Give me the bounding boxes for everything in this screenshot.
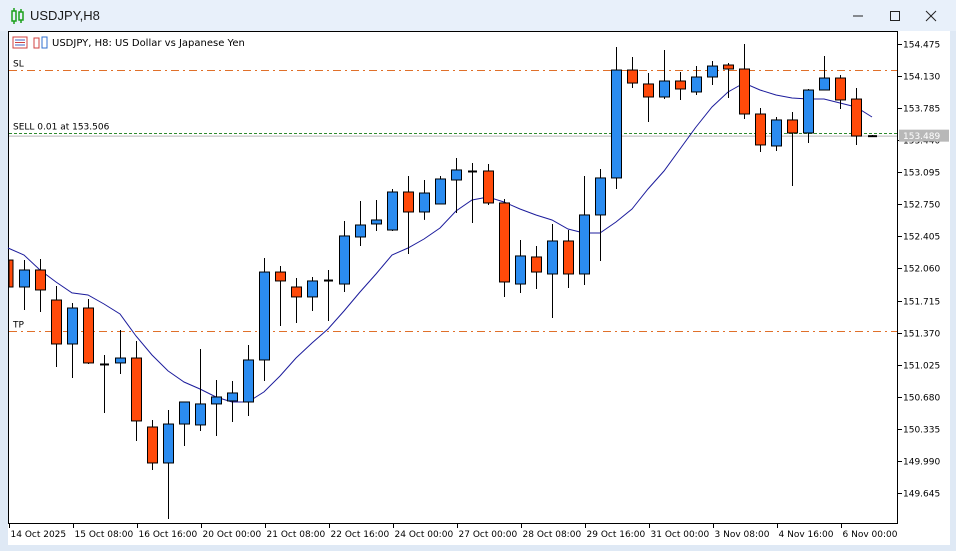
y-tick-label: 149.990 — [903, 458, 940, 468]
stop-loss-label: SL — [13, 60, 24, 70]
candle-body-bear — [8, 259, 14, 288]
candle-body-bear — [531, 256, 542, 273]
candle-body-bear — [627, 69, 638, 84]
sell-order-label: SELL 0.01 at 153.506 — [13, 123, 110, 133]
y-tick-label: 149.645 — [903, 490, 940, 500]
candle-body-bull — [19, 269, 30, 288]
candle-body-bull — [579, 214, 590, 275]
y-tick-label: 154.475 — [903, 41, 940, 51]
candle — [771, 116, 782, 151]
candle — [147, 420, 158, 470]
x-tick-label: 20 Oct 00:00 — [203, 530, 262, 540]
candle-body-bear — [835, 77, 846, 101]
candle-body-bull — [387, 191, 398, 231]
current-price-label: 153.489 — [903, 132, 940, 142]
candle-body-bull — [163, 423, 174, 464]
candle — [387, 189, 398, 231]
x-tick-label: 16 Oct 16:00 — [139, 530, 198, 540]
candle-body-bull — [771, 119, 782, 147]
x-tick-label: 28 Oct 08:00 — [523, 530, 582, 540]
y-tick-label: 151.025 — [903, 362, 940, 372]
y-tick-label: 153.095 — [903, 169, 940, 179]
candle — [499, 198, 510, 297]
candle — [435, 176, 446, 205]
candle-body-bear — [51, 299, 62, 345]
candle-body-bear — [291, 286, 302, 298]
candle-body-bear — [275, 271, 286, 282]
chart-header-text: USDJPY, H8: US Dollar vs Japanese Yen — [52, 38, 245, 49]
candle-body-bear — [147, 426, 158, 464]
candle-body-bull — [243, 359, 254, 403]
candle-body-bull — [227, 392, 238, 402]
candle-body-bear — [83, 307, 94, 364]
candle-body-bull — [211, 396, 222, 405]
x-tick-label: 14 Oct 2025 — [11, 530, 67, 540]
x-tick-label: 4 Nov 16:00 — [779, 530, 834, 540]
candle-body-bull — [451, 169, 462, 181]
x-tick-label: 29 Oct 16:00 — [587, 530, 646, 540]
candle-body-bull — [547, 240, 558, 275]
x-tick-label: 27 Oct 00:00 — [459, 530, 518, 540]
y-tick-label: 150.680 — [903, 394, 940, 404]
y-tick-label: 150.335 — [903, 426, 940, 436]
candle-body-bull — [195, 403, 206, 426]
x-tick-label: 21 Oct 08:00 — [267, 530, 326, 540]
y-tick-label: 153.785 — [903, 105, 940, 115]
candle-body-bear — [483, 170, 494, 204]
candle-body-bull — [435, 178, 446, 205]
x-tick-label: 6 Nov 00:00 — [843, 530, 898, 540]
x-tick-label: 15 Oct 08:00 — [75, 530, 134, 540]
y-tick-label: 154.130 — [903, 73, 940, 83]
candle — [755, 107, 766, 153]
candle-body-bear — [787, 119, 798, 134]
candle-body-bull — [803, 89, 814, 134]
candle-body-bull — [307, 280, 318, 298]
candle-body-bear — [35, 269, 46, 291]
candle-body-bear — [563, 240, 574, 275]
candle-body-bull — [355, 224, 366, 238]
candle-body-bull — [611, 69, 622, 179]
y-tick-label: 151.370 — [903, 330, 940, 340]
candle-body-bear — [739, 68, 750, 115]
candle-body-bull — [691, 76, 702, 93]
candle-body-bull — [707, 65, 718, 78]
candle — [8, 257, 14, 289]
price-chart[interactable]: SL TP SELL 0.01 at 153.506 154.475 154.130 1… — [0, 0, 956, 551]
candle-body-bear — [643, 83, 654, 98]
candle-body-bear — [499, 202, 510, 283]
candle-body-bear — [723, 64, 734, 70]
y-tick-label: 152.060 — [903, 265, 940, 275]
candle-body-bull — [67, 307, 78, 345]
candle-body-bear — [675, 80, 686, 90]
x-tick-label: 3 Nov 08:00 — [715, 530, 770, 540]
trade-list-icon[interactable] — [12, 36, 28, 49]
candle-body-bull — [419, 192, 430, 213]
x-tick-label: 24 Oct 00:00 — [395, 530, 454, 540]
candle-body-bull — [259, 271, 270, 361]
x-tick-label: 31 Oct 00:00 — [651, 530, 710, 540]
candle-body-bear — [403, 191, 414, 213]
take-profit-label: TP — [12, 321, 24, 331]
candle-body-bull — [515, 255, 526, 285]
y-tick-label: 152.405 — [903, 233, 940, 243]
candle-body-bull — [659, 80, 670, 98]
candle-body-bull — [371, 219, 382, 225]
candle-body-bear — [131, 357, 142, 422]
y-tick-label: 152.750 — [903, 201, 940, 211]
y-tick-label: 151.715 — [903, 298, 940, 308]
candle-body-bull — [339, 235, 350, 285]
candle-body-bear — [851, 98, 862, 137]
candle-body-bear — [755, 113, 766, 146]
candle-body-bull — [595, 177, 606, 216]
x-tick-label: 22 Oct 16:00 — [331, 530, 390, 540]
candle-body-bull — [179, 401, 190, 425]
candle — [83, 298, 94, 364]
candle-body-bull — [115, 357, 126, 364]
candle — [868, 135, 877, 138]
candle-body-bull — [819, 77, 830, 91]
